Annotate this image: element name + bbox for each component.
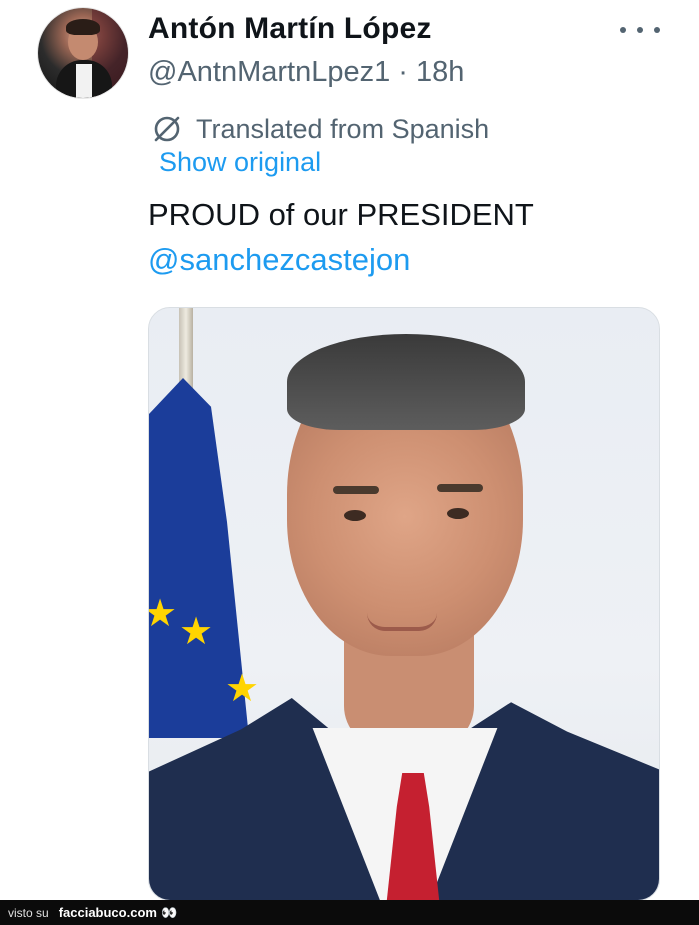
more-dot (654, 27, 660, 33)
watermark-bar: visto su facciabuco.com 👀 (0, 900, 699, 925)
translation-label: Translated from Spanish (196, 113, 490, 144)
flag-star-icon: ★ (149, 595, 177, 633)
avatar-hair (66, 19, 100, 35)
more-dot (637, 27, 643, 33)
author-display-name[interactable]: Antón Martín López (148, 12, 432, 46)
flag-star-icon: ★ (179, 611, 214, 653)
portrait-mouth (367, 613, 437, 631)
author-handle[interactable]: @AntnMartnLpez1 (148, 56, 390, 88)
more-dot (620, 27, 626, 33)
portrait-brow (333, 486, 379, 494)
author-meta: @AntnMartnLpez1 · 18h (148, 56, 464, 89)
meta-separator: · (390, 56, 417, 88)
tweet-body: PROUD of our PRESIDENT (148, 197, 534, 232)
tweet-photo[interactable]: ★ ★ ★ (148, 307, 660, 901)
portrait-brow (437, 484, 483, 492)
translation-notice: Translated from Spanish (150, 112, 489, 146)
more-options-icon[interactable] (620, 16, 660, 44)
portrait-eye (447, 508, 469, 519)
watermark-prefix: visto su (8, 905, 49, 920)
mention-link[interactable]: @sanchezcastejon (148, 237, 534, 282)
author-avatar[interactable] (38, 8, 128, 98)
portrait-hair (287, 334, 525, 430)
watermark-site: facciabuco.com (58, 905, 157, 920)
tweet-time[interactable]: 18h (416, 56, 464, 88)
avatar-shirt (76, 64, 92, 98)
portrait-eye (344, 510, 366, 521)
translate-globe-icon (154, 116, 180, 142)
tweet-text: PROUD of our PRESIDENT @sanchezcastejon (148, 192, 534, 282)
show-original-link[interactable]: Show original (159, 147, 321, 178)
flag-star-icon: ★ (225, 668, 260, 710)
eyes-logo-icon: 👀 (160, 904, 178, 920)
